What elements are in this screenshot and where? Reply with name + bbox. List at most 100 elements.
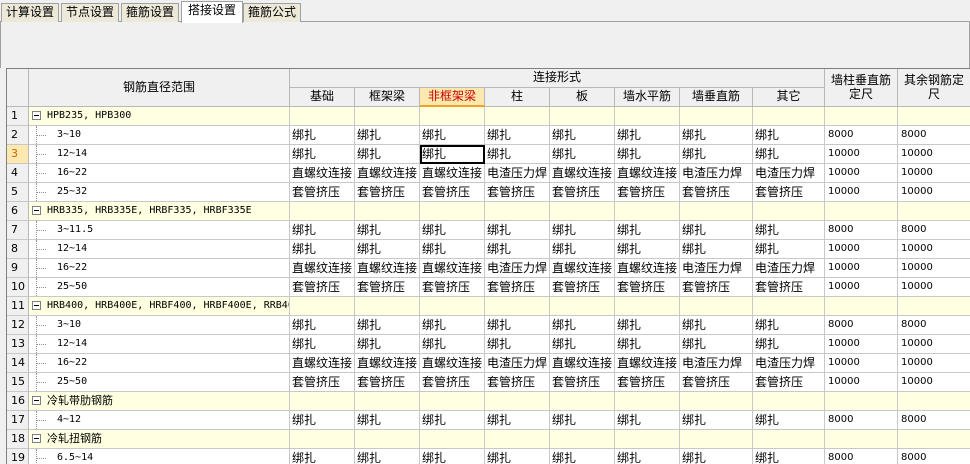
other-standard-length-cell[interactable]: 10000 bbox=[898, 164, 970, 183]
connection-type-cell[interactable]: 直螺纹连接 bbox=[355, 164, 420, 183]
connection-type-cell[interactable]: 绑扎 bbox=[753, 411, 825, 430]
connection-type-cell[interactable]: 电渣压力焊 bbox=[753, 164, 825, 183]
wall-column-standard-length-cell[interactable]: 10000 bbox=[825, 354, 898, 373]
connection-type-cell[interactable]: 绑扎 bbox=[550, 449, 615, 464]
other-standard-length-cell[interactable]: 8000 bbox=[898, 221, 970, 240]
connection-type-cell[interactable]: 绑扎 bbox=[680, 126, 753, 145]
connection-type-cell[interactable]: 套管挤压 bbox=[355, 373, 420, 392]
connection-type-cell[interactable]: 绑扎 bbox=[485, 126, 550, 145]
row-number[interactable]: 4 bbox=[7, 164, 29, 183]
connection-type-cell[interactable]: 绑扎 bbox=[615, 411, 680, 430]
connection-type-cell[interactable]: 套管挤压 bbox=[753, 373, 825, 392]
other-standard-length-cell[interactable]: 10000 bbox=[898, 278, 970, 297]
connection-type-cell[interactable]: 绑扎 bbox=[615, 316, 680, 335]
group-row-name[interactable]: HRB335, HRB335E, HRBF335, HRBF335E bbox=[29, 202, 290, 221]
row-number[interactable]: 8 bbox=[7, 240, 29, 259]
diameter-range-cell[interactable]: 4~12 bbox=[29, 411, 290, 430]
connection-type-cell[interactable]: 电渣压力焊 bbox=[680, 354, 753, 373]
connection-type-cell[interactable]: 直螺纹连接 bbox=[550, 164, 615, 183]
column-header[interactable]: 基础 bbox=[290, 88, 355, 107]
connection-type-cell[interactable]: 套管挤压 bbox=[485, 183, 550, 202]
connection-type-cell[interactable]: 绑扎 bbox=[550, 316, 615, 335]
connection-type-cell[interactable]: 绑扎 bbox=[290, 335, 355, 354]
connection-type-cell[interactable]: 绑扎 bbox=[753, 316, 825, 335]
connection-type-cell[interactable]: 套管挤压 bbox=[615, 278, 680, 297]
connection-type-cell[interactable]: 绑扎 bbox=[680, 221, 753, 240]
diameter-range-cell[interactable]: 3~10 bbox=[29, 126, 290, 145]
connection-type-cell[interactable]: 绑扎 bbox=[550, 411, 615, 430]
connection-type-cell[interactable]: 套管挤压 bbox=[550, 373, 615, 392]
other-standard-length-cell[interactable]: 10000 bbox=[898, 373, 970, 392]
connection-type-cell[interactable]: 套管挤压 bbox=[355, 278, 420, 297]
connection-type-cell[interactable]: 绑扎 bbox=[420, 126, 485, 145]
connection-type-cell[interactable]: 直螺纹连接 bbox=[420, 164, 485, 183]
row-number[interactable]: 17 bbox=[7, 411, 29, 430]
connection-type-cell[interactable]: 直螺纹连接 bbox=[290, 164, 355, 183]
other-standard-length-cell[interactable]: 8000 bbox=[898, 411, 970, 430]
connection-type-cell[interactable]: 绑扎 bbox=[753, 240, 825, 259]
column-header[interactable]: 框架梁 bbox=[355, 88, 420, 107]
connection-type-cell[interactable]: 套管挤压 bbox=[753, 183, 825, 202]
row-number[interactable]: 18 bbox=[7, 430, 29, 449]
other-standard-length-cell[interactable]: 10000 bbox=[898, 259, 970, 278]
tab-5[interactable]: 箍筋公式 bbox=[243, 3, 301, 22]
connection-type-cell[interactable]: 绑扎 bbox=[420, 335, 485, 354]
connection-type-cell[interactable]: 套管挤压 bbox=[290, 373, 355, 392]
connection-type-cell[interactable]: 绑扎 bbox=[680, 411, 753, 430]
collapse-icon[interactable] bbox=[32, 206, 41, 215]
row-number[interactable]: 3 bbox=[7, 145, 29, 164]
row-number[interactable]: 11 bbox=[7, 297, 29, 316]
column-header[interactable]: 非框架梁 bbox=[420, 88, 485, 107]
connection-type-cell[interactable]: 绑扎 bbox=[680, 240, 753, 259]
column-header[interactable]: 墙水平筋 bbox=[615, 88, 680, 107]
other-standard-length-cell[interactable]: 10000 bbox=[898, 335, 970, 354]
connection-type-cell[interactable]: 绑扎 bbox=[355, 316, 420, 335]
diameter-range-cell[interactable]: 12~14 bbox=[29, 145, 290, 164]
connection-type-cell[interactable]: 绑扎 bbox=[550, 335, 615, 354]
other-standard-length-cell[interactable]: 8000 bbox=[898, 449, 970, 464]
connection-type-cell[interactable]: 绑扎 bbox=[290, 221, 355, 240]
wall-column-standard-length-cell[interactable]: 8000 bbox=[825, 411, 898, 430]
connection-type-cell[interactable]: 绑扎 bbox=[615, 221, 680, 240]
wall-column-standard-length-cell[interactable]: 8000 bbox=[825, 221, 898, 240]
connection-type-cell[interactable]: 套管挤压 bbox=[753, 278, 825, 297]
connection-type-cell[interactable]: 绑扎 bbox=[485, 221, 550, 240]
row-number[interactable]: 2 bbox=[7, 126, 29, 145]
connection-type-cell[interactable]: 直螺纹连接 bbox=[355, 259, 420, 278]
connection-type-cell[interactable]: 套管挤压 bbox=[420, 278, 485, 297]
connection-type-cell[interactable]: 绑扎 bbox=[753, 126, 825, 145]
row-number[interactable]: 14 bbox=[7, 354, 29, 373]
connection-type-cell[interactable]: 绑扎 bbox=[355, 411, 420, 430]
column-header[interactable]: 柱 bbox=[485, 88, 550, 107]
tab-2[interactable]: 节点设置 bbox=[61, 3, 119, 22]
diameter-range-cell[interactable]: 25~50 bbox=[29, 278, 290, 297]
connection-type-cell[interactable]: 直螺纹连接 bbox=[420, 354, 485, 373]
connection-type-cell[interactable]: 直螺纹连接 bbox=[355, 354, 420, 373]
connection-type-cell[interactable]: 电渣压力焊 bbox=[680, 164, 753, 183]
connection-type-cell[interactable]: 套管挤压 bbox=[680, 373, 753, 392]
row-number[interactable]: 19 bbox=[7, 449, 29, 464]
connection-type-cell[interactable]: 绑扎 bbox=[753, 449, 825, 464]
connection-type-cell[interactable]: 绑扎 bbox=[680, 449, 753, 464]
wall-column-standard-length-cell[interactable]: 8000 bbox=[825, 126, 898, 145]
collapse-icon[interactable] bbox=[32, 396, 41, 405]
connection-type-cell[interactable]: 绑扎 bbox=[485, 411, 550, 430]
connection-type-cell[interactable]: 套管挤压 bbox=[290, 183, 355, 202]
connection-type-cell[interactable]: 套管挤压 bbox=[680, 278, 753, 297]
connection-type-cell[interactable]: 绑扎 bbox=[615, 449, 680, 464]
tab-4[interactable]: 搭接设置 bbox=[181, 1, 243, 23]
connection-type-cell[interactable]: 绑扎 bbox=[290, 240, 355, 259]
connection-type-cell[interactable]: 电渣压力焊 bbox=[485, 164, 550, 183]
connection-type-cell[interactable]: 绑扎 bbox=[290, 126, 355, 145]
connection-type-cell[interactable]: 绑扎 bbox=[420, 411, 485, 430]
diameter-range-cell[interactable]: 3~11.5 bbox=[29, 221, 290, 240]
wall-column-standard-length-cell[interactable]: 8000 bbox=[825, 316, 898, 335]
connection-type-cell[interactable]: 电渣压力焊 bbox=[753, 354, 825, 373]
connection-type-cell[interactable]: 直螺纹连接 bbox=[615, 259, 680, 278]
connection-type-cell[interactable]: 绑扎 bbox=[550, 126, 615, 145]
connection-type-cell[interactable]: 直螺纹连接 bbox=[550, 259, 615, 278]
row-number[interactable]: 16 bbox=[7, 392, 29, 411]
connection-type-cell[interactable]: 绑扎 bbox=[485, 335, 550, 354]
connection-type-cell[interactable]: 绑扎 bbox=[550, 221, 615, 240]
connection-type-cell[interactable]: 电渣压力焊 bbox=[753, 259, 825, 278]
